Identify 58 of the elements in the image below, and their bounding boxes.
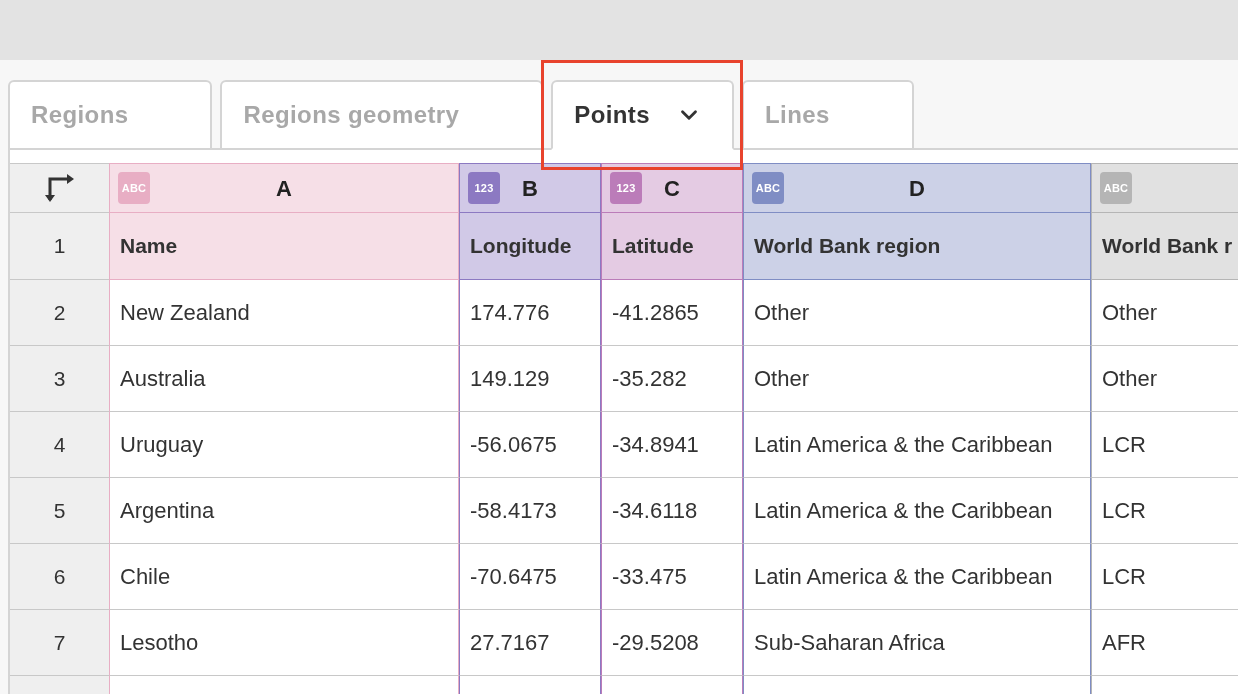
table-cell: New Zealand: [109, 280, 459, 346]
type-badge: 123: [610, 172, 642, 204]
table-cell: Latin America & the Caribbean: [743, 544, 1091, 610]
column-letter: A: [276, 174, 292, 203]
table-cell: -35.282: [601, 346, 743, 412]
type-badge: ABC: [752, 172, 784, 204]
header-cell: World Bank r: [1091, 213, 1238, 280]
table-cell: Other: [1091, 346, 1238, 412]
row-number[interactable]: 1: [10, 213, 109, 280]
table-cell: Other: [1091, 280, 1238, 346]
row-number[interactable]: 2: [10, 280, 109, 346]
table-cell: -58.4173: [459, 478, 601, 544]
column-letter: C: [664, 174, 680, 203]
column-letter: B: [522, 174, 538, 203]
header-cell: Latitude: [601, 213, 743, 280]
table-cell: Latin America & the Caribbean: [743, 412, 1091, 478]
table-cell: Latin America & the Caribbean: [743, 478, 1091, 544]
table-cell: -34.8941: [601, 412, 743, 478]
table-cell: -41.2865: [601, 280, 743, 346]
type-badge: 123: [468, 172, 500, 204]
column-header-cell[interactable]: ABC D: [743, 163, 1091, 213]
column-header-cell[interactable]: 123 C: [601, 163, 743, 213]
table-cell: LCR: [1091, 544, 1238, 610]
row-number[interactable]: 5: [10, 478, 109, 544]
row-number[interactable]: 4: [10, 412, 109, 478]
row-number[interactable]: 6: [10, 544, 109, 610]
table-cell: 149.129: [459, 346, 601, 412]
table-cell: 27.7167: [459, 610, 601, 676]
table-cell: Lesotho: [109, 610, 459, 676]
table-cell: -29.5208: [601, 610, 743, 676]
column-letter: D: [909, 174, 925, 203]
header-cell: World Bank region: [743, 213, 1091, 280]
header-cell: Longitude: [459, 213, 601, 280]
type-badge: ABC: [118, 172, 150, 204]
corner-cell[interactable]: [10, 163, 109, 213]
header-cell: Name: [109, 213, 459, 280]
table-cell: Other: [743, 280, 1091, 346]
column-header-cell[interactable]: ABC A: [109, 163, 459, 213]
table-cell: Australia: [109, 346, 459, 412]
row-number[interactable]: 3: [10, 346, 109, 412]
table-cell: LCR: [1091, 412, 1238, 478]
table-cell: -34.6118: [601, 478, 743, 544]
table-cell: Argentina: [109, 478, 459, 544]
table-cell: AFR: [1091, 610, 1238, 676]
table-cell: -33.475: [601, 544, 743, 610]
tab[interactable]: Points: [551, 80, 734, 150]
table-cell: Chile: [109, 544, 459, 610]
table-cell: Other: [743, 346, 1091, 412]
table-cell: 174.776: [459, 280, 601, 346]
table-cell: Uruguay: [109, 412, 459, 478]
corner-arrows-icon: [44, 173, 75, 203]
table-cell: -70.6475: [459, 544, 601, 610]
type-badge: ABC: [1100, 172, 1132, 204]
table-cell: -56.0675: [459, 412, 601, 478]
table-cell: LCR: [1091, 478, 1238, 544]
column-header-cell[interactable]: 123 B: [459, 163, 601, 213]
table-cell: Sub-Saharan Africa: [743, 610, 1091, 676]
row-number[interactable]: 7: [10, 610, 109, 676]
